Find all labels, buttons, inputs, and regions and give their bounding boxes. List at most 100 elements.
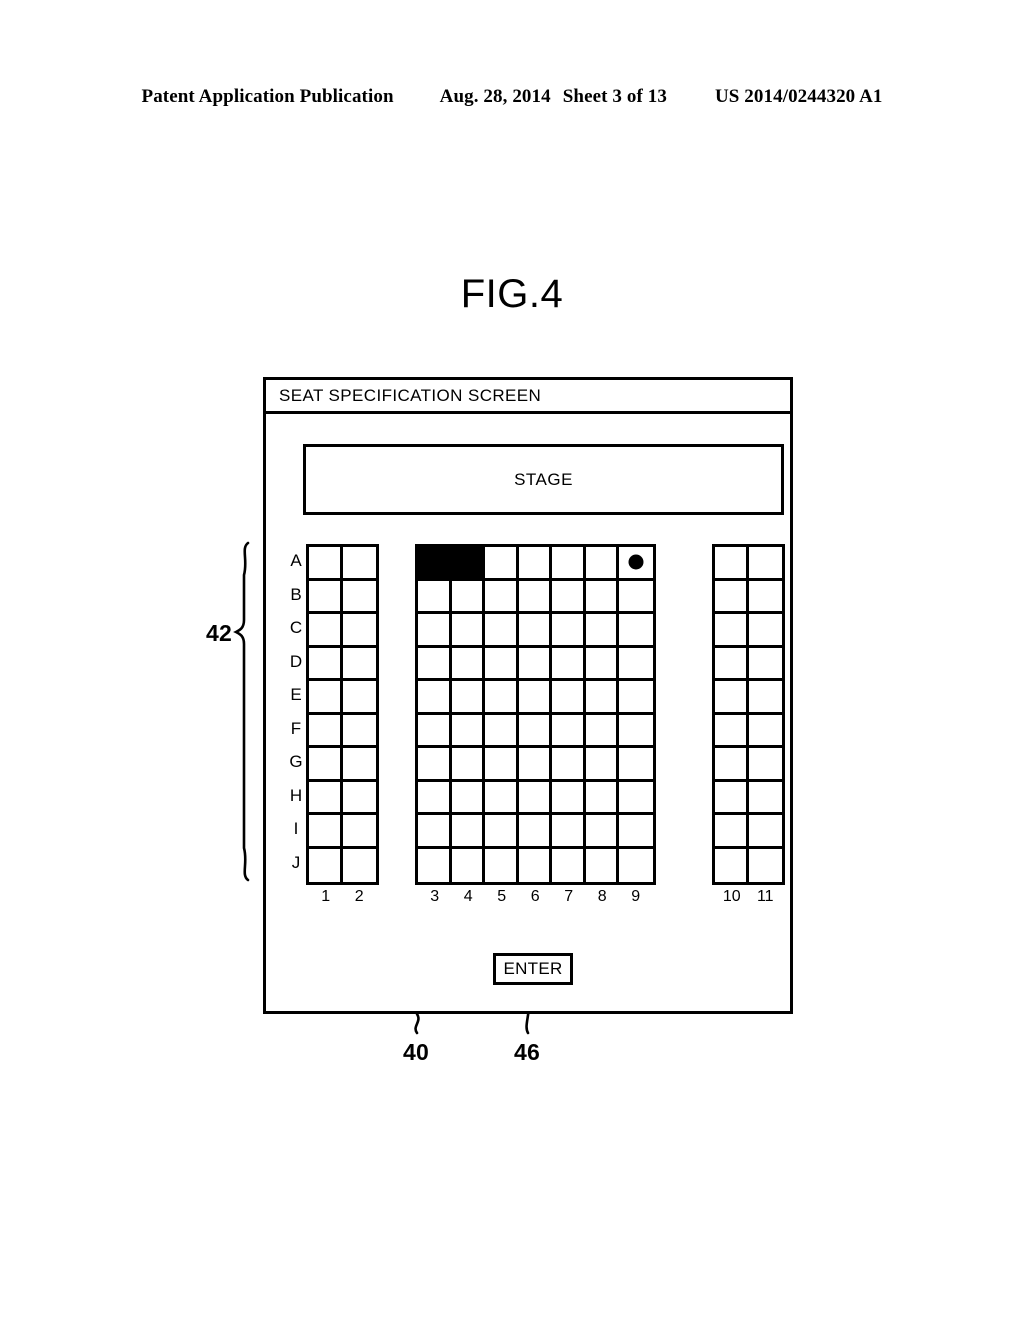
seat-F7[interactable] — [552, 714, 586, 748]
seat-E9[interactable] — [619, 681, 653, 715]
seat-B9[interactable] — [619, 580, 653, 614]
seat-H9[interactable] — [619, 781, 653, 815]
seat-C4[interactable] — [451, 614, 485, 648]
seat-A11[interactable] — [748, 547, 782, 581]
seat-F1[interactable] — [309, 714, 343, 748]
seat-A10[interactable] — [715, 547, 749, 581]
seat-D1[interactable] — [309, 647, 343, 681]
seat-D5[interactable] — [485, 647, 519, 681]
seat-D6[interactable] — [518, 647, 552, 681]
seat-C3[interactable] — [418, 614, 452, 648]
seat-C8[interactable] — [585, 614, 619, 648]
seat-C9[interactable] — [619, 614, 653, 648]
seat-E5[interactable] — [485, 681, 519, 715]
seat-G8[interactable] — [585, 748, 619, 782]
seat-J3[interactable] — [418, 848, 452, 882]
seat-G5[interactable] — [485, 748, 519, 782]
seat-J9[interactable] — [619, 848, 653, 882]
seat-A9[interactable] — [619, 547, 653, 581]
seat-J1[interactable] — [309, 848, 343, 882]
seat-H2[interactable] — [342, 781, 376, 815]
seat-J8[interactable] — [585, 848, 619, 882]
seat-I7[interactable] — [552, 815, 586, 849]
seat-G4[interactable] — [451, 748, 485, 782]
seat-C1[interactable] — [309, 614, 343, 648]
seat-B2[interactable] — [342, 580, 376, 614]
seat-I11[interactable] — [748, 815, 782, 849]
seat-F3[interactable] — [418, 714, 452, 748]
seat-H6[interactable] — [518, 781, 552, 815]
seat-I10[interactable] — [715, 815, 749, 849]
seat-J5[interactable] — [485, 848, 519, 882]
seat-H8[interactable] — [585, 781, 619, 815]
seat-F5[interactable] — [485, 714, 519, 748]
seat-D11[interactable] — [748, 647, 782, 681]
seat-B7[interactable] — [552, 580, 586, 614]
seat-G10[interactable] — [715, 748, 749, 782]
seat-D4[interactable] — [451, 647, 485, 681]
seat-E1[interactable] — [309, 681, 343, 715]
seat-I9[interactable] — [619, 815, 653, 849]
seat-C7[interactable] — [552, 614, 586, 648]
seat-B4[interactable] — [451, 580, 485, 614]
seat-C5[interactable] — [485, 614, 519, 648]
seat-J2[interactable] — [342, 848, 376, 882]
seat-C10[interactable] — [715, 614, 749, 648]
seat-A6[interactable] — [518, 547, 552, 581]
seat-A8[interactable] — [585, 547, 619, 581]
seat-A3[interactable] — [418, 547, 452, 581]
seat-H5[interactable] — [485, 781, 519, 815]
seat-D7[interactable] — [552, 647, 586, 681]
seat-I6[interactable] — [518, 815, 552, 849]
seat-I4[interactable] — [451, 815, 485, 849]
seat-F2[interactable] — [342, 714, 376, 748]
seat-B1[interactable] — [309, 580, 343, 614]
seat-A2[interactable] — [342, 547, 376, 581]
seat-E2[interactable] — [342, 681, 376, 715]
seat-E6[interactable] — [518, 681, 552, 715]
seat-H3[interactable] — [418, 781, 452, 815]
seat-H7[interactable] — [552, 781, 586, 815]
seat-H11[interactable] — [748, 781, 782, 815]
seat-E11[interactable] — [748, 681, 782, 715]
seat-H10[interactable] — [715, 781, 749, 815]
right-seat-block[interactable] — [712, 544, 785, 885]
seat-F8[interactable] — [585, 714, 619, 748]
seat-D3[interactable] — [418, 647, 452, 681]
seat-G1[interactable] — [309, 748, 343, 782]
seat-G11[interactable] — [748, 748, 782, 782]
seat-C2[interactable] — [342, 614, 376, 648]
seat-I2[interactable] — [342, 815, 376, 849]
seat-A4[interactable] — [451, 547, 485, 581]
seat-A7[interactable] — [552, 547, 586, 581]
seat-E8[interactable] — [585, 681, 619, 715]
seat-I3[interactable] — [418, 815, 452, 849]
seat-J11[interactable] — [748, 848, 782, 882]
seat-B10[interactable] — [715, 580, 749, 614]
seat-G2[interactable] — [342, 748, 376, 782]
seat-B3[interactable] — [418, 580, 452, 614]
seat-G3[interactable] — [418, 748, 452, 782]
seat-J6[interactable] — [518, 848, 552, 882]
seat-C6[interactable] — [518, 614, 552, 648]
seat-J4[interactable] — [451, 848, 485, 882]
seat-B6[interactable] — [518, 580, 552, 614]
enter-button[interactable]: ENTER — [493, 953, 573, 985]
seat-I1[interactable] — [309, 815, 343, 849]
seat-I8[interactable] — [585, 815, 619, 849]
seat-C11[interactable] — [748, 614, 782, 648]
seat-G7[interactable] — [552, 748, 586, 782]
seat-E4[interactable] — [451, 681, 485, 715]
seat-B11[interactable] — [748, 580, 782, 614]
seat-J7[interactable] — [552, 848, 586, 882]
seat-F6[interactable] — [518, 714, 552, 748]
seat-E7[interactable] — [552, 681, 586, 715]
seat-D8[interactable] — [585, 647, 619, 681]
seat-H4[interactable] — [451, 781, 485, 815]
seat-H1[interactable] — [309, 781, 343, 815]
seat-I5[interactable] — [485, 815, 519, 849]
seat-B8[interactable] — [585, 580, 619, 614]
seat-D10[interactable] — [715, 647, 749, 681]
seat-E3[interactable] — [418, 681, 452, 715]
seat-E10[interactable] — [715, 681, 749, 715]
